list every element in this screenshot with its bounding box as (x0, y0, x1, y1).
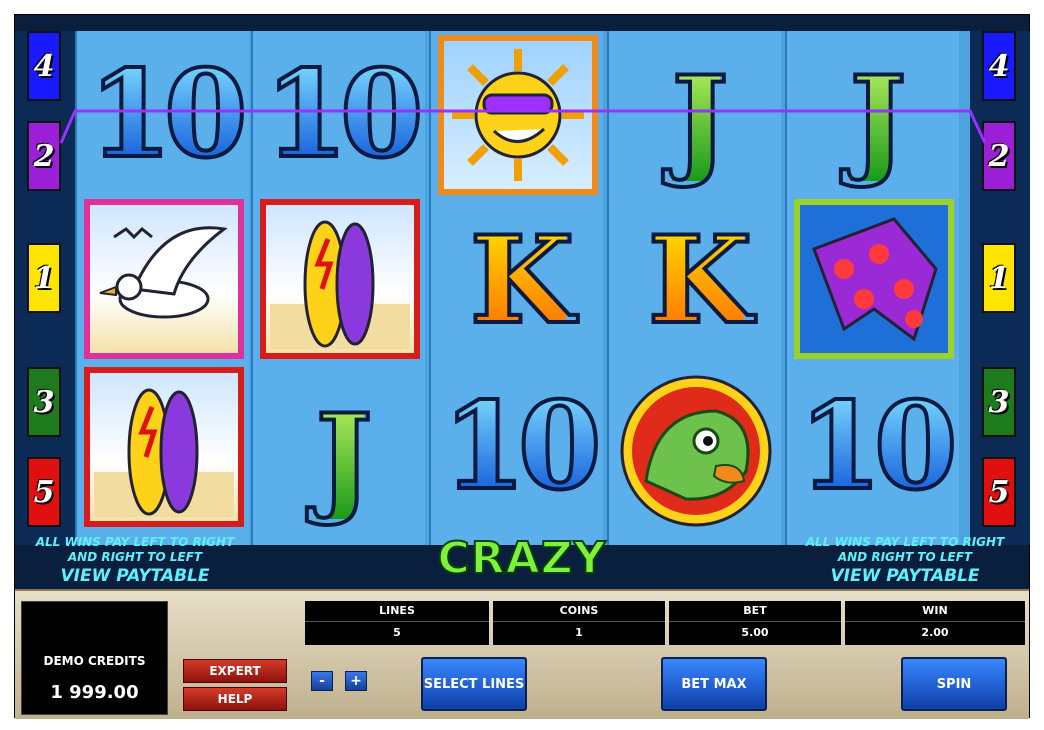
symbol-shorts (794, 199, 954, 359)
payline-badge: 3 (982, 367, 1016, 437)
pay-note-right: ALL WINS PAY LEFT TO RIGHT AND RIGHT TO … (785, 535, 1025, 585)
symbol-king: K (646, 210, 754, 351)
symbol-chameleon (616, 371, 776, 531)
view-paytable-link[interactable]: VIEW PAYTABLE (15, 568, 255, 585)
spin-button[interactable]: SPIN (901, 657, 1007, 711)
payline-badge: 3 (27, 367, 61, 437)
win-display: WIN 2.00 (845, 601, 1025, 645)
symbol-ten: 10 (87, 44, 250, 185)
payline-badge: 4 (982, 31, 1016, 101)
symbol-seagull (84, 199, 244, 359)
symbol-jack: J (670, 50, 731, 191)
reel-2: 10 J (251, 31, 426, 545)
surfboards-icon (270, 220, 410, 349)
coins-display: COINS 1 (493, 601, 665, 645)
payline-indicators-right: 4 2 1 3 5 (970, 31, 1030, 545)
bet-display: BET 5.00 (669, 601, 841, 645)
info-bar: ALL WINS PAY LEFT TO RIGHT AND RIGHT TO … (15, 529, 1029, 636)
increase-lines-button[interactable]: + (345, 671, 367, 691)
expert-button[interactable]: EXPERT (183, 659, 287, 683)
payline-badge: 2 (27, 121, 61, 191)
payline-badge: 1 (27, 243, 61, 313)
lines-display: LINES 5 (305, 601, 489, 645)
decrease-lines-button[interactable]: - (311, 671, 333, 691)
payline-badge: 2 (982, 121, 1016, 191)
chameleon-icon (620, 375, 772, 527)
select-lines-button[interactable]: SELECT LINES (421, 657, 527, 711)
payline-badge: 4 (27, 31, 61, 101)
payline-badge: 5 (27, 457, 61, 527)
symbol-sun (438, 35, 598, 195)
help-button[interactable]: HELP (183, 687, 287, 711)
payline-badge: 1 (982, 243, 1016, 313)
symbol-ten: 10 (797, 376, 960, 517)
symbol-surfboards (84, 367, 244, 527)
credits-label: DEMO CREDITS (43, 654, 146, 668)
reel-3: K 10 (429, 31, 604, 545)
reel-5: J 10 (785, 31, 960, 545)
surfboards-icon (94, 388, 234, 517)
sun-icon (452, 49, 584, 181)
credits-value: 1 999.00 (50, 682, 139, 703)
view-paytable-link[interactable]: VIEW PAYTABLE (785, 568, 1025, 585)
reel-4: J K (607, 31, 781, 545)
credits-display: DEMO CREDITS 1 999.00 (21, 601, 168, 715)
symbol-ten: 10 (441, 376, 604, 517)
symbol-surfboards (260, 199, 420, 359)
reels-area: 10 10 J K 10 J K J 10 (75, 31, 970, 545)
shorts-icon (812, 217, 938, 342)
bet-max-button[interactable]: BET MAX (661, 657, 767, 711)
reel-1: 10 (75, 31, 250, 545)
pay-note-left: ALL WINS PAY LEFT TO RIGHT AND RIGHT TO … (15, 535, 255, 585)
seagull-icon (99, 226, 228, 319)
symbol-king: K (468, 210, 576, 351)
symbol-jack: J (848, 50, 909, 191)
control-panel: DEMO CREDITS 1 999.00 EXPERT HELP - + LI… (15, 589, 1029, 719)
payline-indicators-left: 4 2 1 3 5 (15, 31, 75, 545)
slot-machine-frame: 4 2 1 3 5 10 10 J K 10 J K J 10 4 2 1 3 … (14, 14, 1030, 719)
symbol-ten: 10 (263, 44, 426, 185)
payline-badge: 5 (982, 457, 1016, 527)
symbol-jack: J (314, 388, 375, 529)
